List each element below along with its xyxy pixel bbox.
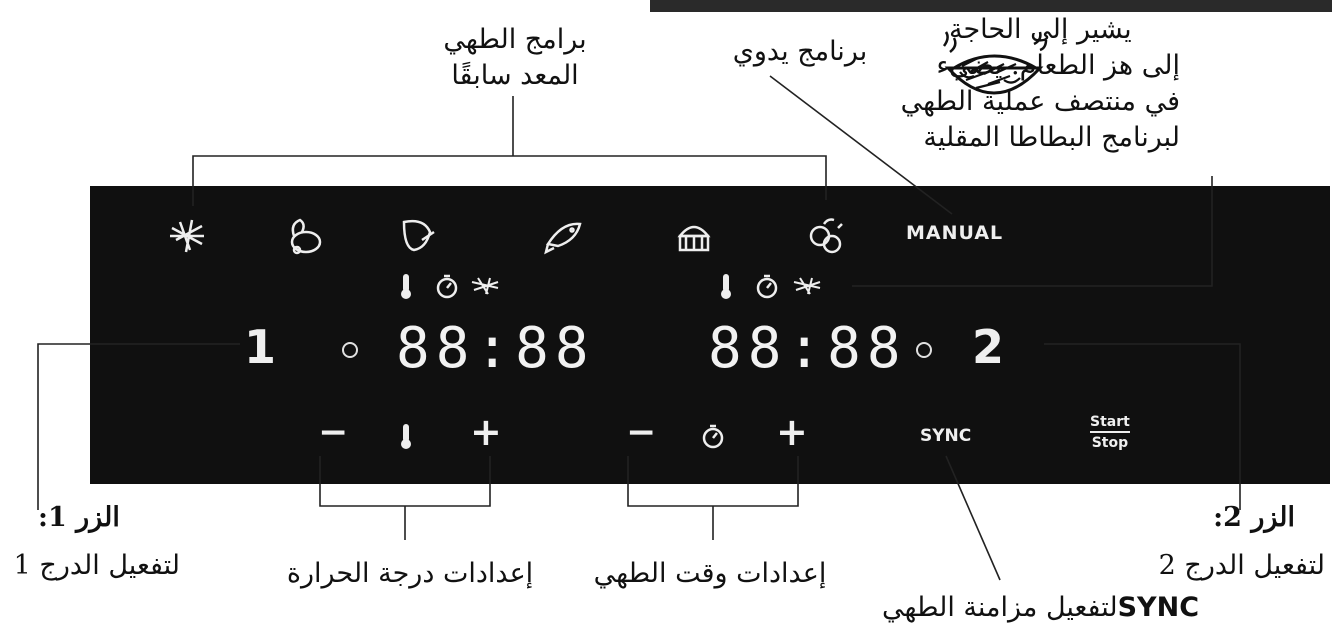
shake-leader	[852, 176, 1213, 287]
sync-leader	[945, 455, 1001, 581]
leader-lines	[37, 75, 1241, 581]
button2-leader	[1044, 343, 1241, 510]
preset-programs-bracket	[192, 96, 827, 206]
button1-leader	[37, 343, 240, 510]
time-bracket	[627, 456, 799, 540]
manual-leader	[769, 75, 953, 215]
temperature-bracket	[319, 456, 491, 540]
